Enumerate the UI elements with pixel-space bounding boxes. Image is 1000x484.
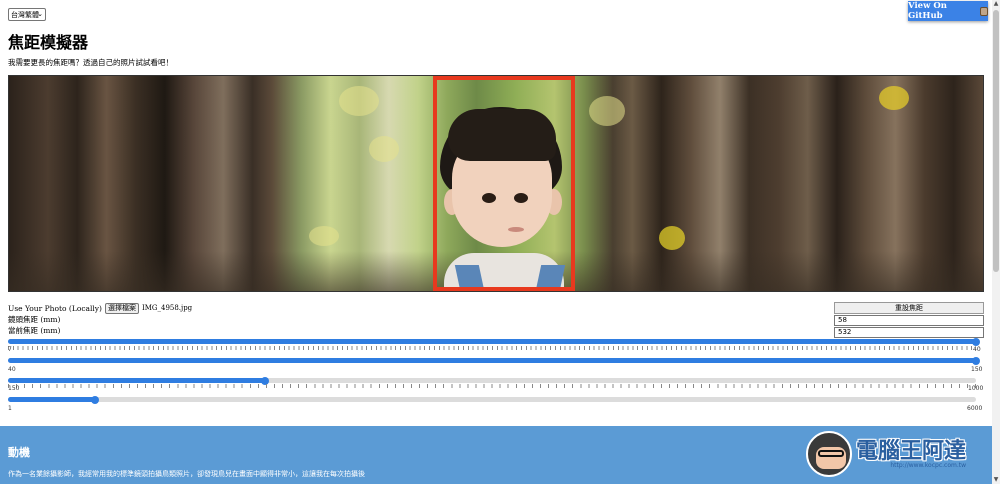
focal-fields: 重設焦距 58 532 — [834, 302, 984, 338]
slider-ticks — [8, 384, 976, 388]
extended-focal-slider[interactable] — [8, 396, 976, 404]
slider-max-label: 1000 — [968, 385, 984, 392]
mascot-icon — [806, 431, 852, 477]
slider-max-label: 40 — [973, 346, 981, 353]
crop-frame[interactable] — [433, 76, 575, 291]
slider-min-label: 40 — [8, 366, 16, 373]
github-icon — [979, 6, 988, 16]
page-subtitle: 我需要更長的焦距嗎？透過自己的照片試試看吧！ — [8, 58, 173, 67]
slider-max-label: 150 — [971, 366, 983, 373]
slider-min-label: 7 — [8, 346, 12, 353]
scroll-down-icon[interactable]: ▼ — [992, 476, 1000, 484]
slider-min-label: 150 — [8, 385, 20, 392]
language-select[interactable]: 台灣繁體 ⌄ — [8, 8, 46, 21]
lens-focal-slider[interactable] — [8, 338, 980, 346]
scroll-up-icon[interactable]: ▲ — [992, 0, 1000, 8]
current-focal-label: 當前焦距 (mm) — [8, 326, 61, 335]
file-controls: Use Your Photo (Locally) 選擇檔案 IMG_4958.j… — [8, 303, 192, 336]
page-scrollbar[interactable]: ▲ ▼ — [992, 0, 1000, 484]
lens-focal-field[interactable]: 58 — [834, 315, 984, 326]
site-watermark: 電腦王阿達 http://www.kocpc.com.tw — [806, 428, 996, 480]
slider-max-label: 6000 — [967, 405, 983, 412]
slider-thumb[interactable] — [972, 338, 980, 346]
page-title: 焦距模擬器 — [8, 33, 89, 52]
view-on-github-button[interactable]: View On GitHub — [908, 1, 988, 21]
motive-heading: 動機 — [8, 446, 30, 459]
choose-file-button[interactable]: 選擇檔案 — [104, 303, 139, 314]
file-name: IMG_4958.jpg — [141, 304, 193, 312]
lens-range-slider[interactable] — [8, 357, 980, 365]
language-select-value: 台灣繁體 — [11, 10, 39, 19]
current-focal-field[interactable]: 532 — [834, 327, 984, 338]
reset-focal-button[interactable]: 重設焦距 — [834, 302, 984, 314]
motive-body: 作為一名業餘攝影師，我經常用我的標準鏡頭拍攝鳥類照片，卻發現鳥兒在畫面中顯得非常… — [8, 470, 365, 478]
use-photo-label: Use Your Photo (Locally) — [8, 304, 102, 313]
lens-focal-label: 鏡頭焦距 (mm) — [8, 315, 61, 324]
github-button-label: View On GitHub — [908, 1, 947, 21]
slider-ticks — [8, 346, 976, 350]
chevron-down-icon: ⌄ — [37, 10, 43, 18]
watermark-text: 電腦王阿達 — [856, 438, 967, 464]
scrollbar-thumb[interactable] — [993, 10, 999, 272]
preview-photo — [8, 75, 984, 292]
slider-thumb[interactable] — [972, 357, 980, 365]
slider-min-label: 1 — [8, 405, 12, 412]
slider-thumb[interactable] — [91, 396, 100, 404]
